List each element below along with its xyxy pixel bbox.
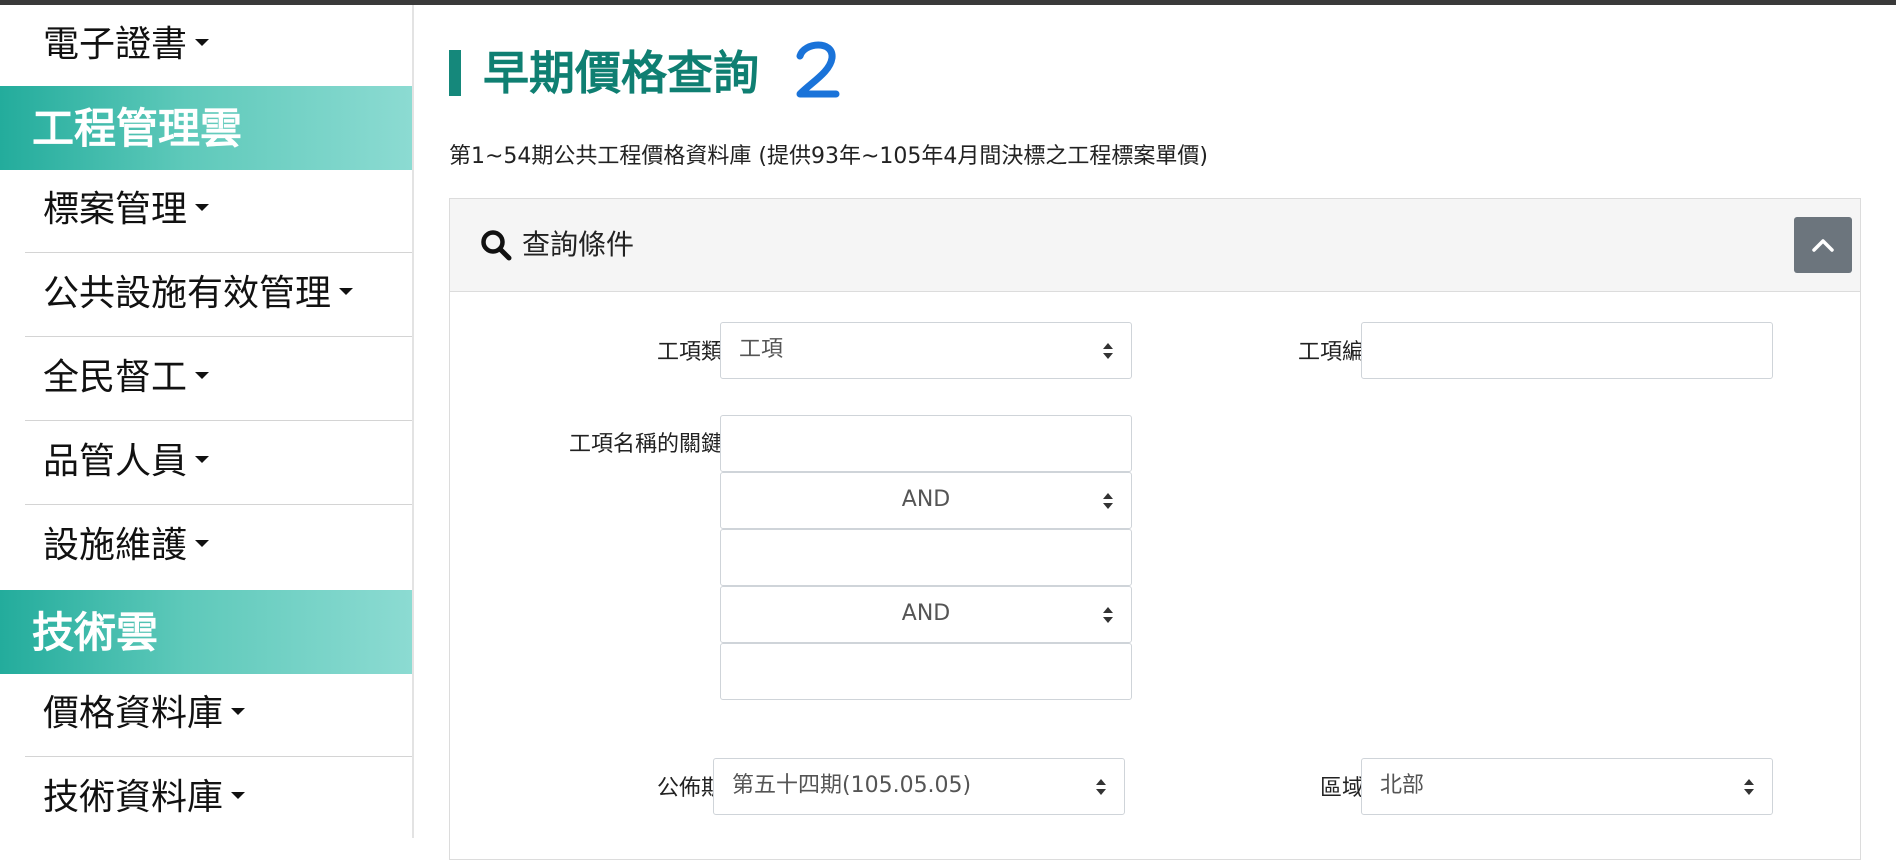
category-select[interactable]: 工項 xyxy=(720,322,1132,379)
page-title: 早期價格查詢 xyxy=(483,46,759,100)
search-panel-title: 查詢條件 xyxy=(522,228,635,261)
select-arrows-icon xyxy=(1103,607,1113,623)
sidebar-item-label: 設施維護 xyxy=(43,525,188,566)
caret-down-icon xyxy=(339,287,354,295)
operator-select-1[interactable]: AND xyxy=(720,472,1132,529)
caret-down-icon xyxy=(195,38,210,46)
search-panel-header: 查詢條件 xyxy=(450,199,1860,292)
region-select[interactable]: 北部 xyxy=(1361,758,1773,815)
sidebar-item-label: 技術資料庫 xyxy=(43,777,224,818)
page-description: 第1~54期公共工程價格資料庫 (提供93年~105年4月間決標之工程標案單價) xyxy=(449,144,1209,169)
select-arrows-icon xyxy=(1096,779,1106,795)
section-title: 工程管理雲 xyxy=(32,104,243,153)
collapse-button[interactable] xyxy=(1794,217,1852,273)
select-arrows-icon xyxy=(1103,493,1113,509)
sidebar-item-facility-maintenance[interactable]: 設施維護 xyxy=(25,506,412,589)
sidebar-item-certificate[interactable]: 電子證書 xyxy=(25,5,412,88)
category-select-value: 工項 xyxy=(739,337,784,362)
sidebar-item-public-supervision[interactable]: 全民督工 xyxy=(25,338,412,421)
caret-down-icon xyxy=(195,371,210,379)
search-icon xyxy=(481,230,512,261)
caret-down-icon xyxy=(195,203,210,211)
handwritten-annotation xyxy=(796,41,840,98)
caret-down-icon xyxy=(231,707,246,715)
period-select-value: 第五十四期(105.05.05) xyxy=(732,773,972,798)
sidebar: 電子證書 工程管理雲 標案管理 公共設施有效管理 全民督工 品管人員 設施維護 … xyxy=(0,5,414,838)
sidebar-item-tech-database[interactable]: 技術資料庫 xyxy=(25,758,412,841)
select-arrows-icon xyxy=(1103,343,1113,359)
sidebar-item-label: 品管人員 xyxy=(43,441,188,482)
sidebar-item-label: 標案管理 xyxy=(43,189,188,230)
sidebar-item-label: 價格資料庫 xyxy=(43,693,224,734)
title-accent-bar xyxy=(449,50,461,96)
search-panel: 查詢條件 工項類別 工項 工項編碼 工項名稱的關鍵字 AND AND 公佈期數 … xyxy=(449,198,1861,860)
operator-select-2[interactable]: AND xyxy=(720,586,1132,643)
sidebar-item-tender-management[interactable]: 標案管理 xyxy=(25,170,412,253)
sidebar-item-label: 全民督工 xyxy=(43,357,188,398)
operator-select-value: AND xyxy=(901,487,951,512)
section-title: 技術雲 xyxy=(32,608,159,657)
keyword-input-1[interactable] xyxy=(720,415,1132,472)
region-select-value: 北部 xyxy=(1380,773,1425,798)
period-select[interactable]: 第五十四期(105.05.05) xyxy=(713,758,1125,815)
sidebar-section-engineering-cloud: 工程管理雲 xyxy=(0,86,412,170)
sidebar-item-quality-personnel[interactable]: 品管人員 xyxy=(25,422,412,505)
sidebar-item-price-database[interactable]: 價格資料庫 xyxy=(25,674,412,757)
select-arrows-icon xyxy=(1744,779,1754,795)
sidebar-section-tech-cloud: 技術雲 xyxy=(0,590,412,674)
keyword-label: 工項名稱的關鍵字 xyxy=(568,432,745,457)
sidebar-item-facility-management[interactable]: 公共設施有效管理 xyxy=(25,254,412,337)
sidebar-item-label: 電子證書 xyxy=(43,24,188,65)
chevron-up-icon xyxy=(1812,239,1834,252)
sidebar-item-label: 公共設施有效管理 xyxy=(43,273,332,314)
code-input[interactable] xyxy=(1361,322,1773,379)
keyword-input-3[interactable] xyxy=(720,643,1132,700)
caret-down-icon xyxy=(195,455,210,463)
keyword-input-2[interactable] xyxy=(720,529,1132,586)
operator-select-value: AND xyxy=(901,601,951,626)
caret-down-icon xyxy=(231,791,246,799)
caret-down-icon xyxy=(195,539,210,547)
